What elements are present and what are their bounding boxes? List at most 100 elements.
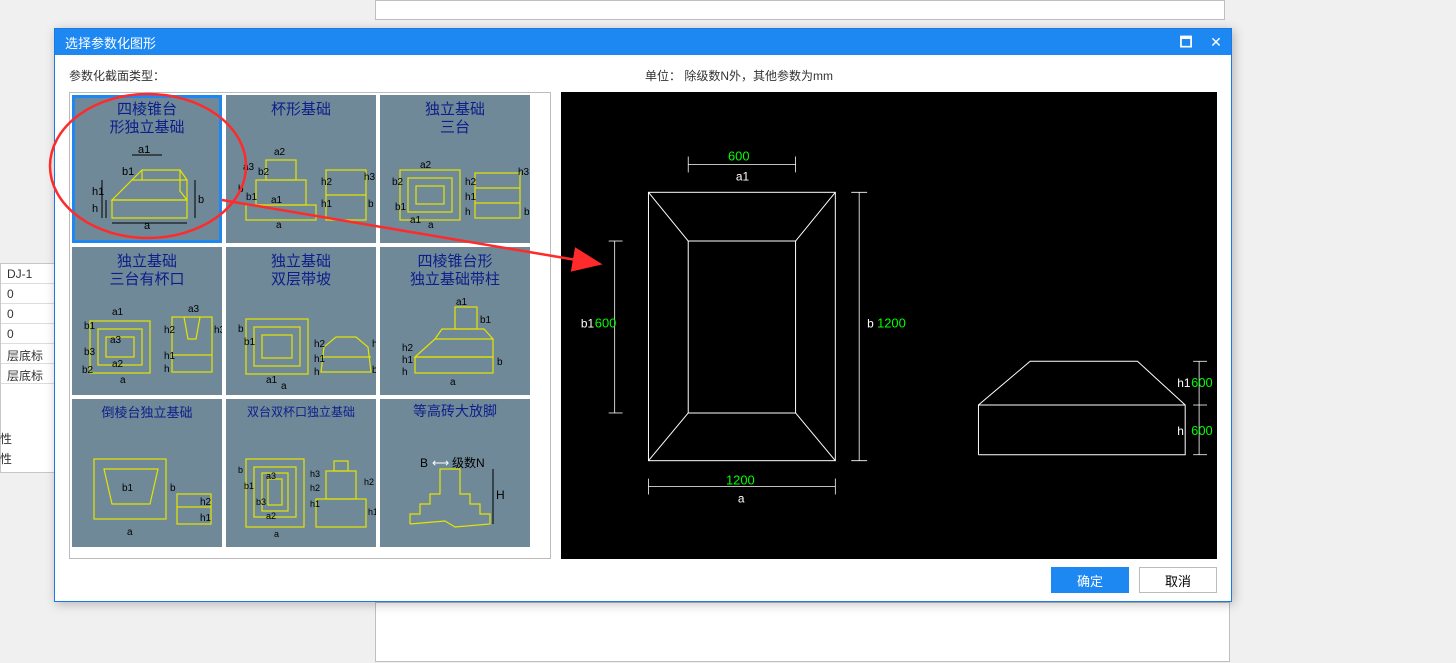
bg-row: 层底标 xyxy=(1,364,60,384)
val-h1: 600 xyxy=(1191,375,1213,390)
thumb-double-step-double-cup[interactable]: 双台双杯口独立基础 xyxy=(226,399,376,547)
svg-text:a1: a1 xyxy=(138,144,150,156)
svg-text:h1: h1 xyxy=(321,199,333,210)
dialog-title: 选择参数化图形 xyxy=(65,33,156,52)
svg-text:a3: a3 xyxy=(110,335,122,346)
svg-text:a2: a2 xyxy=(274,147,286,158)
svg-text:b1: b1 xyxy=(244,481,254,491)
svg-text:b: b xyxy=(198,194,204,206)
svg-text:b: b xyxy=(372,365,376,376)
thumb-equal-step[interactable]: 等高砖大放脚 B ⟷ 级数N H xyxy=(380,399,530,547)
ok-button[interactable]: 确定 xyxy=(1051,567,1129,593)
val-b: 1200 xyxy=(877,315,906,330)
lbl-h1: h1 xyxy=(1177,376,1191,390)
svg-text:h2: h2 xyxy=(314,339,326,350)
svg-text:h1: h1 xyxy=(92,186,104,198)
window-close-icon[interactable]: ✕ xyxy=(1201,29,1231,55)
svg-text:b: b xyxy=(238,324,244,335)
bg-row: 0 xyxy=(1,324,60,344)
svg-text:h: h xyxy=(314,367,320,378)
svg-text:a3: a3 xyxy=(266,471,276,481)
thumb-quad-frustum-column[interactable]: 四棱锥台形 独立基础带柱 xyxy=(380,247,530,395)
svg-text:h1: h1 xyxy=(314,354,326,365)
svg-text:b: b xyxy=(238,465,243,475)
svg-text:a1: a1 xyxy=(456,297,468,308)
val-h: 600 xyxy=(1191,423,1213,438)
svg-text:b1: b1 xyxy=(84,321,96,332)
parametric-dialog: 选择参数化图形 🗖 ✕ 参数化截面类型： 单位： 除级数N外，其他参数为mm 四… xyxy=(54,28,1232,602)
thumb-inverted-frustum[interactable]: 倒棱台独立基础 b1 xyxy=(72,399,222,547)
svg-text:h: h xyxy=(164,364,170,375)
svg-text:a3: a3 xyxy=(188,304,200,315)
thumb-three-step-cup[interactable]: 独立基础 三台有杯口 xyxy=(72,247,222,395)
svg-text:b3: b3 xyxy=(84,347,96,358)
val-a: 1200 xyxy=(726,473,755,488)
svg-text:h1: h1 xyxy=(164,351,176,362)
svg-text:a1: a1 xyxy=(266,375,278,386)
svg-text:h3: h3 xyxy=(518,167,530,178)
svg-text:b: b xyxy=(497,357,503,368)
svg-text:h1: h1 xyxy=(200,513,212,524)
svg-text:a3: a3 xyxy=(243,162,255,173)
svg-text:a: a xyxy=(127,527,133,538)
lbl-h: h xyxy=(1177,424,1184,438)
svg-text:级数N: 级数N xyxy=(452,455,485,470)
svg-text:h3: h3 xyxy=(364,172,376,183)
preview-pane: 600 a1 b1 600 b 1200 1200 a xyxy=(561,92,1217,559)
svg-text:b2: b2 xyxy=(82,365,94,376)
thumbnail-scroll[interactable]: 四棱锥台 形独立基础 xyxy=(69,92,551,559)
bg-row: 层底标 xyxy=(1,344,60,364)
svg-text:h: h xyxy=(92,203,98,215)
bg-attr-label: 性 xyxy=(0,430,20,447)
lbl-b1: b1 xyxy=(581,316,595,330)
val-b1: 600 xyxy=(595,315,617,330)
thumb-double-slope[interactable]: 独立基础 双层带坡 xyxy=(226,247,376,395)
bg-row: 0 xyxy=(1,284,60,304)
svg-text:h1: h1 xyxy=(368,507,376,517)
window-maximize-icon[interactable]: 🗖 xyxy=(1171,29,1201,55)
svg-text:h3: h3 xyxy=(214,325,222,336)
section-type-label: 参数化截面类型： xyxy=(69,67,165,84)
svg-text:b: b xyxy=(238,184,244,195)
bg-row: 0 xyxy=(1,304,60,324)
svg-text:a: a xyxy=(274,529,279,539)
svg-text:a2: a2 xyxy=(112,359,124,370)
titlebar: 选择参数化图形 🗖 ✕ xyxy=(55,29,1231,55)
svg-text:b: b xyxy=(368,199,374,210)
svg-text:b1: b1 xyxy=(244,337,256,348)
svg-text:h1: h1 xyxy=(465,192,477,203)
bg-attr-label: 性 xyxy=(0,450,20,467)
svg-text:h2: h2 xyxy=(164,325,176,336)
lbl-a: a xyxy=(738,491,745,505)
svg-text:b1: b1 xyxy=(122,483,134,494)
svg-text:a: a xyxy=(120,375,126,386)
svg-text:b1: b1 xyxy=(480,315,492,326)
svg-text:a: a xyxy=(450,377,456,388)
svg-text:a1: a1 xyxy=(410,215,422,226)
thumb-three-step[interactable]: 独立基础 三台 xyxy=(380,95,530,243)
svg-text:a: a xyxy=(144,220,151,232)
svg-text:b1: b1 xyxy=(122,166,134,178)
cancel-button[interactable]: 取消 xyxy=(1139,567,1217,593)
svg-text:h3: h3 xyxy=(310,469,320,479)
svg-text:h: h xyxy=(465,207,471,218)
svg-text:h: h xyxy=(402,367,408,378)
unit-note-label: 单位： 除级数N外，其他参数为mm xyxy=(645,67,833,84)
svg-text:h2: h2 xyxy=(465,177,477,188)
thumb-quad-frustum[interactable]: 四棱锥台 形独立基础 xyxy=(72,95,222,243)
svg-text:b3: b3 xyxy=(256,497,266,507)
svg-text:a1: a1 xyxy=(271,195,283,206)
svg-text:a: a xyxy=(428,220,434,231)
svg-text:b1: b1 xyxy=(246,192,258,203)
svg-text:B: B xyxy=(420,456,428,470)
thumb-cup-foundation[interactable]: 杯形基础 a xyxy=(226,95,376,243)
svg-text:b: b xyxy=(170,483,176,494)
svg-text:a2: a2 xyxy=(266,511,276,521)
svg-text:b2: b2 xyxy=(258,167,270,178)
svg-text:h2: h2 xyxy=(364,477,374,487)
svg-text:h1: h1 xyxy=(310,499,320,509)
svg-text:h2: h2 xyxy=(372,339,376,350)
lbl-b: b xyxy=(867,316,874,330)
svg-text:a1: a1 xyxy=(112,307,124,318)
svg-text:h2: h2 xyxy=(321,177,333,188)
